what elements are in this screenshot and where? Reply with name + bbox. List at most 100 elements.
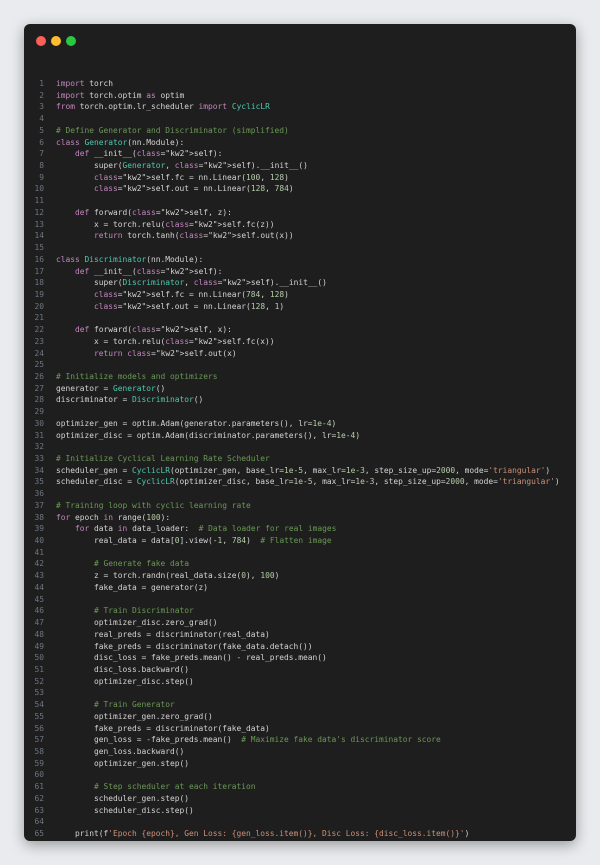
line-text: real_data = data[0].view(-1, 784) # Flat…: [56, 536, 332, 546]
code-line: 17 def __init__(class="kw2">self):: [24, 266, 576, 278]
code-line: 49 fake_preds = discriminator(fake_data.…: [24, 641, 576, 653]
line-text: def forward(class="kw2">self, z):: [75, 207, 232, 217]
line-text: optimizer_gen.zero_grad(): [56, 711, 213, 721]
code-block: 1 import torch 2 import torch.optim as opti…: [24, 78, 576, 841]
line-number: 16: [34, 254, 44, 264]
close-dot-icon[interactable]: [36, 36, 46, 46]
line-text: z = torch.randn(real_data.size(0), 100): [56, 571, 280, 581]
code-line: 27 generator = Generator(): [24, 383, 576, 395]
code-line: 65 print(f'Epoch {epoch}, Gen Loss: {gen…: [24, 828, 576, 840]
code-line: 9 class="kw2">self.fc = nn.Linear(100, 1…: [24, 172, 576, 184]
code-line: 64: [24, 816, 576, 828]
minimize-dot-icon[interactable]: [51, 36, 61, 46]
line-number: 35: [34, 477, 44, 487]
code-line: 44 fake_data = generator(z): [24, 582, 576, 594]
line-number: 32: [34, 442, 44, 452]
code-line: 22 def forward(class="kw2">self, x):: [24, 324, 576, 336]
code-line: 11: [24, 195, 576, 207]
line-text: optimizer_disc = optim.Adam(discriminato…: [56, 430, 361, 440]
line-text: def __init__(class="kw2">self):: [75, 149, 223, 159]
line-text: super(Discriminator, class="kw2">self)._…: [56, 278, 327, 288]
line-number: 66: [24, 840, 44, 842]
code-line: 6 class Generator(nn.Module):: [24, 137, 576, 149]
line-number: 3: [39, 102, 44, 112]
code-line: 57 gen_loss = -fake_preds.mean() # Maxim…: [24, 734, 576, 746]
line-number: 33: [34, 454, 44, 463]
window-titlebar: [24, 24, 576, 54]
line-number: 30: [34, 418, 44, 428]
line-text: # Train Generator: [94, 700, 175, 710]
code-line: 1 import torch: [24, 78, 576, 90]
line-text: optimizer_disc.step(): [56, 676, 194, 686]
code-line: 20 class="kw2">self.out = nn.Linear(128,…: [24, 301, 576, 313]
code-line: 4: [24, 113, 576, 125]
line-number: 34: [34, 465, 44, 475]
line-text: disc_loss.backward(): [56, 664, 190, 674]
line-number: 64: [34, 817, 44, 827]
line-number: 39: [34, 524, 44, 534]
line-text: # Step scheduler at each iteration: [94, 782, 256, 792]
maximize-dot-icon[interactable]: [66, 36, 76, 46]
code-line: 37 # Training loop with cyclic learning r…: [24, 500, 576, 512]
line-text: # Initialize models and optimizers: [56, 371, 218, 381]
line-number: 2: [39, 90, 44, 100]
code-line: 36: [24, 488, 576, 500]
line-text: # Train Discriminator: [94, 606, 194, 616]
line-number: 24: [34, 348, 44, 358]
code-line: 5 # Define Generator and Discriminator (s…: [24, 125, 576, 137]
line-number: 23: [34, 336, 44, 346]
line-number: 6: [39, 137, 44, 147]
line-number: 8: [39, 161, 44, 171]
code-line: 23 x = torch.relu(class="kw2">self.fc(x)…: [24, 336, 576, 348]
line-number: 52: [34, 676, 44, 686]
line-number: 44: [34, 582, 44, 592]
line-number: 28: [34, 395, 44, 405]
line-text: class="kw2">self.fc = nn.Linear(100, 128…: [94, 172, 289, 182]
code-line: 50 disc_loss = fake_preds.mean() - real_…: [24, 652, 576, 664]
code-line: 62 scheduler_gen.step(): [24, 793, 576, 805]
line-number: 63: [34, 805, 44, 815]
line-text: optimizer_disc.zero_grad(): [56, 618, 218, 628]
line-number: 5: [39, 125, 44, 135]
line-number: 12: [34, 207, 44, 217]
line-number: 49: [34, 641, 44, 651]
line-text: # Generate fake data: [94, 559, 190, 569]
line-number: 57: [34, 735, 44, 745]
code-line: 58 gen_loss.backward(): [24, 746, 576, 758]
line-text: import torch: [56, 79, 114, 88]
line-text: def forward(class="kw2">self, x):: [75, 325, 232, 335]
line-text: for data in data_loader: # Data loader f…: [75, 524, 337, 534]
line-number: 7: [39, 149, 44, 159]
line-number: 27: [34, 383, 44, 393]
code-line: 48 real_preds = discriminator(real_data): [24, 629, 576, 641]
line-number: 51: [34, 664, 44, 674]
line-number: 14: [34, 231, 44, 241]
line-number: 45: [34, 594, 44, 604]
code-line: 45: [24, 594, 576, 606]
line-number: 1: [39, 79, 44, 88]
line-number: 37: [34, 500, 44, 510]
line-number: 10: [34, 184, 44, 194]
code-line: 39 for data in data_loader: # Data loade…: [24, 523, 576, 535]
code-line: 12 def forward(class="kw2">self, z):: [24, 207, 576, 219]
line-number: 60: [34, 770, 44, 780]
line-text: class Discriminator(nn.Module):: [56, 254, 204, 264]
line-number: 38: [34, 512, 44, 522]
line-text: gen_loss.backward(): [56, 746, 185, 756]
line-number: 15: [34, 243, 44, 253]
line-text: optimizer_gen.step(): [56, 758, 190, 768]
line-text: # Training loop with cyclic learning rat…: [56, 500, 251, 510]
line-text: # Initialize Cyclical Learning Rate Sche…: [56, 454, 270, 463]
line-text: class Generator(nn.Module):: [56, 137, 185, 147]
code-line: 26 # Initialize models and optimizers: [24, 371, 576, 383]
line-text: print(f'Epoch {epoch}, Gen Loss: {gen_lo…: [56, 829, 470, 838]
code-line: 55 optimizer_gen.zero_grad(): [24, 711, 576, 723]
line-number: 22: [34, 325, 44, 335]
code-line: 21: [24, 312, 576, 324]
line-number: 54: [34, 700, 44, 710]
line-text: fake_preds = discriminator(fake_data): [56, 723, 270, 733]
line-number: 61: [34, 782, 44, 792]
code-line: 47 optimizer_disc.zero_grad(): [24, 617, 576, 629]
line-number: 13: [34, 219, 44, 229]
line-text: real_preds = discriminator(real_data): [56, 629, 270, 639]
